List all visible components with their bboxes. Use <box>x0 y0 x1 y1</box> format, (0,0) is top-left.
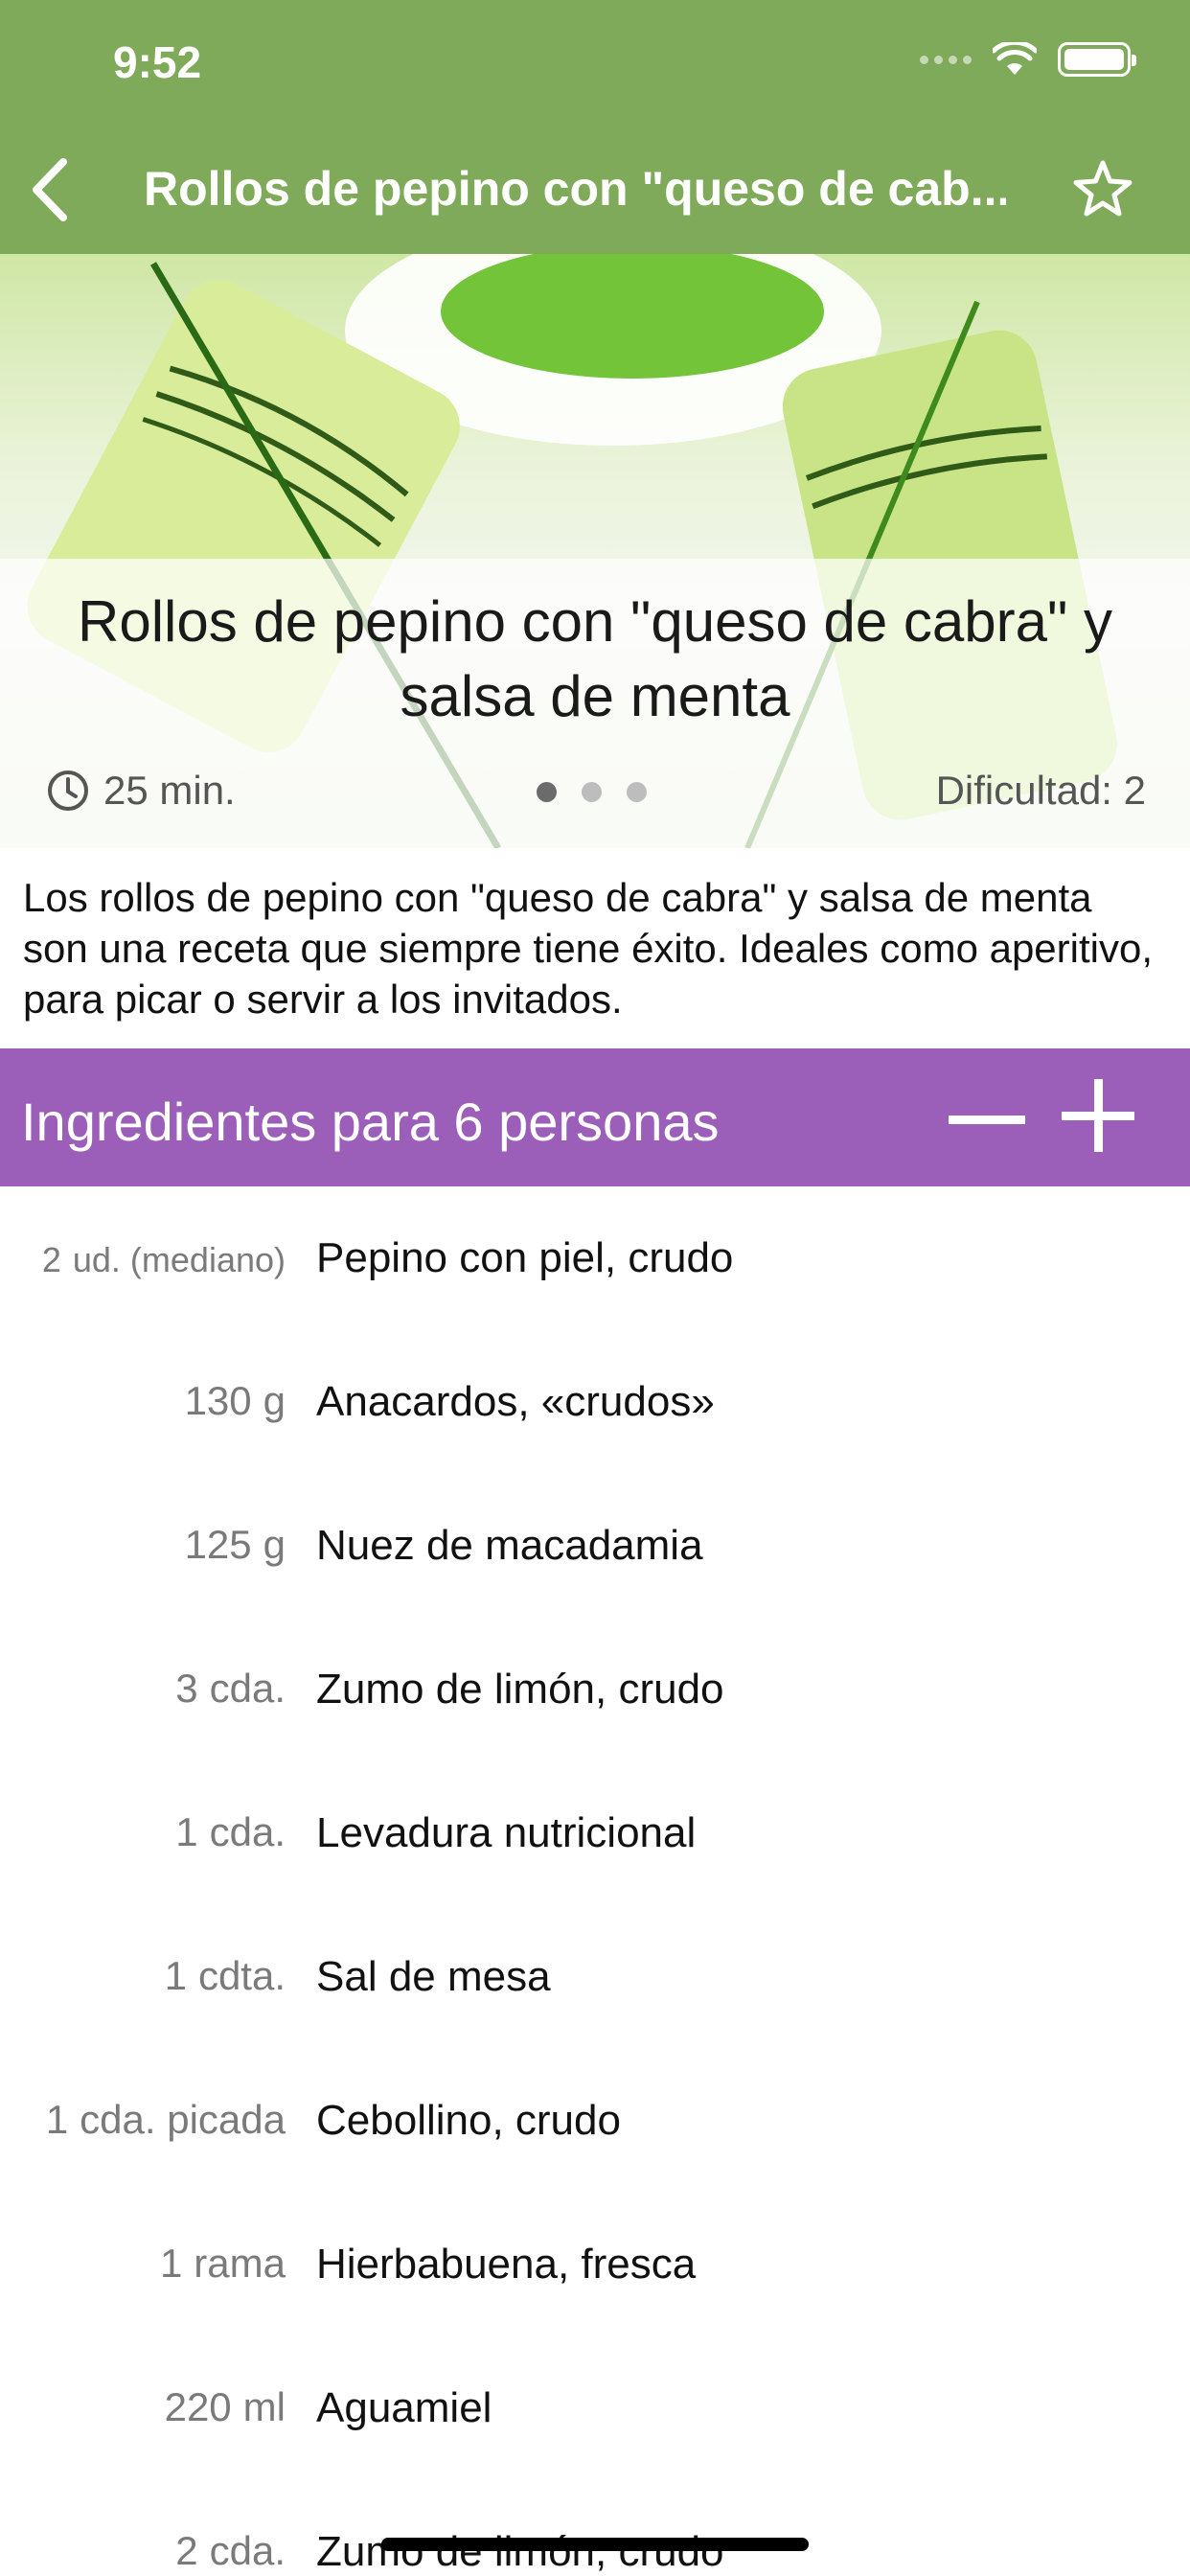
ingredient-quantity: 1 rama <box>160 2241 286 2287</box>
wifi-icon <box>993 42 1037 75</box>
ingredient-row[interactable]: 220 ml Aguamiel <box>0 2336 1190 2480</box>
ingredient-name: Zumo de limón, crudo <box>316 1666 724 1713</box>
ingredient-quantity: 3 cda. <box>175 1666 286 1712</box>
ingredient-row[interactable]: 125 g Nuez de macadamia <box>0 1474 1190 1618</box>
ingredient-name: Zumo de limón, crudo <box>316 2528 724 2575</box>
ingredient-row[interactable]: 3 cda. Zumo de limón, crudo <box>0 1618 1190 1761</box>
recipe-title: Rollos de pepino con "queso de cabra" y … <box>78 589 1112 728</box>
ingredient-name: Hierbabuena, fresca <box>316 2241 697 2288</box>
difficulty-label: Dificultad: 2 <box>935 768 1146 813</box>
ingredient-row[interactable]: 1 cda. Levadura nutricional <box>0 1761 1190 1905</box>
decrease-servings-button[interactable] <box>949 1089 1025 1150</box>
ingredient-unit: rama <box>194 2241 286 2286</box>
star-outline-icon <box>1073 160 1133 217</box>
ingredient-row[interactable]: 1 cda. picada Cebollino, crudo <box>0 2049 1190 2193</box>
ingredient-quantity: 2 ud. (mediano) <box>42 1240 286 1280</box>
ingredient-amount: 1 <box>45 2097 69 2142</box>
ingredient-amount: 1 <box>159 2241 183 2286</box>
ingredient-row[interactable]: 2 ud. (mediano) Pepino con piel, crudo <box>0 1186 1190 1330</box>
home-indicator[interactable] <box>381 2538 809 2551</box>
ingredient-quantity: 1 cda. picada <box>46 2097 286 2143</box>
ingredient-row[interactable]: 1 rama Hierbabuena, fresca <box>0 2193 1190 2336</box>
status-time: 9:52 <box>113 37 202 87</box>
status-icons <box>920 42 1136 77</box>
clock-icon <box>48 770 88 811</box>
navigation-bar: 9:52 Rollos de pepino con "queso de cab.… <box>0 0 1190 254</box>
ingredient-unit: cda. picada <box>80 2097 286 2142</box>
favorite-button[interactable] <box>1071 157 1134 220</box>
ingredient-amount: 220 <box>164 2384 232 2429</box>
ingredient-row[interactable]: 2 cda. Zumo de limón, crudo <box>0 2480 1190 2576</box>
ingredient-row[interactable]: 130 g Anacardos, «crudos» <box>0 1330 1190 1474</box>
ingredient-unit: cda. <box>209 1666 286 1711</box>
ingredient-amount: 3 <box>175 1666 198 1711</box>
ingredient-row[interactable]: 1 cdta. Sal de mesa <box>0 1905 1190 2049</box>
ingredient-name: Anacardos, «crudos» <box>316 1378 715 1425</box>
ingredient-amount: 1 <box>164 1953 187 1998</box>
ingredient-unit: cda. <box>209 2528 286 2573</box>
ingredient-quantity: 220 ml <box>165 2384 286 2430</box>
ingredient-unit: cdta. <box>197 1953 286 1998</box>
carousel-indicator[interactable] <box>537 782 647 802</box>
ingredient-amount: 1 <box>175 1809 198 1854</box>
ingredient-name: Pepino con piel, crudo <box>316 1234 734 1281</box>
battery-icon <box>1058 42 1136 77</box>
carousel-dot[interactable] <box>537 782 557 802</box>
ingredient-name: Levadura nutricional <box>316 1809 697 1856</box>
ingredient-name: Nuez de macadamia <box>316 1522 703 1569</box>
ingredient-name: Sal de mesa <box>316 1953 551 2000</box>
ingredient-amount: 125 <box>184 1522 252 1567</box>
chevron-left-icon <box>33 158 67 221</box>
ingredient-amount: 2 <box>41 1240 61 1279</box>
ingredient-quantity: 125 g <box>185 1522 286 1568</box>
cook-time: 25 min. <box>46 768 236 814</box>
ingredient-unit: cda. <box>209 1809 286 1854</box>
ingredients-list: 2 ud. (mediano) Pepino con piel, crudo 13… <box>0 1186 1190 2576</box>
ingredient-amount: 2 <box>175 2528 198 2573</box>
nav-title: Rollos de pepino con "queso de cab... <box>144 162 1006 216</box>
ingredients-header: Ingredientes para 6 personas <box>0 1048 1190 1186</box>
ingredient-unit: g <box>263 1378 286 1423</box>
ingredient-unit: ud. (mediano) <box>72 1240 286 1279</box>
ingredient-unit: g <box>263 1522 286 1567</box>
cook-time-label: 25 min. <box>103 768 236 813</box>
recipe-hero[interactable]: Rollos de pepino con "queso de cabra" y … <box>0 254 1190 848</box>
ingredient-quantity: 1 cda. <box>175 1809 286 1855</box>
ingredient-name: Cebollino, crudo <box>316 2097 621 2144</box>
ingredient-quantity: 1 cdta. <box>165 1953 286 1999</box>
increase-servings-button[interactable] <box>1062 1079 1134 1152</box>
ingredient-name: Aguamiel <box>316 2384 492 2431</box>
signal-icon <box>920 55 972 64</box>
ingredient-quantity: 130 g <box>185 1378 286 1424</box>
back-button[interactable] <box>29 151 86 228</box>
ingredient-amount: 130 <box>184 1378 252 1423</box>
carousel-dot[interactable] <box>582 782 602 802</box>
recipe-description: Los rollos de pepino con "queso de cabra… <box>23 875 1154 1022</box>
ingredients-title: Ingredientes para 6 personas <box>21 1092 720 1152</box>
ingredient-quantity: 2 cda. <box>175 2528 286 2574</box>
ingredient-unit: ml <box>242 2384 286 2429</box>
carousel-dot[interactable] <box>627 782 647 802</box>
